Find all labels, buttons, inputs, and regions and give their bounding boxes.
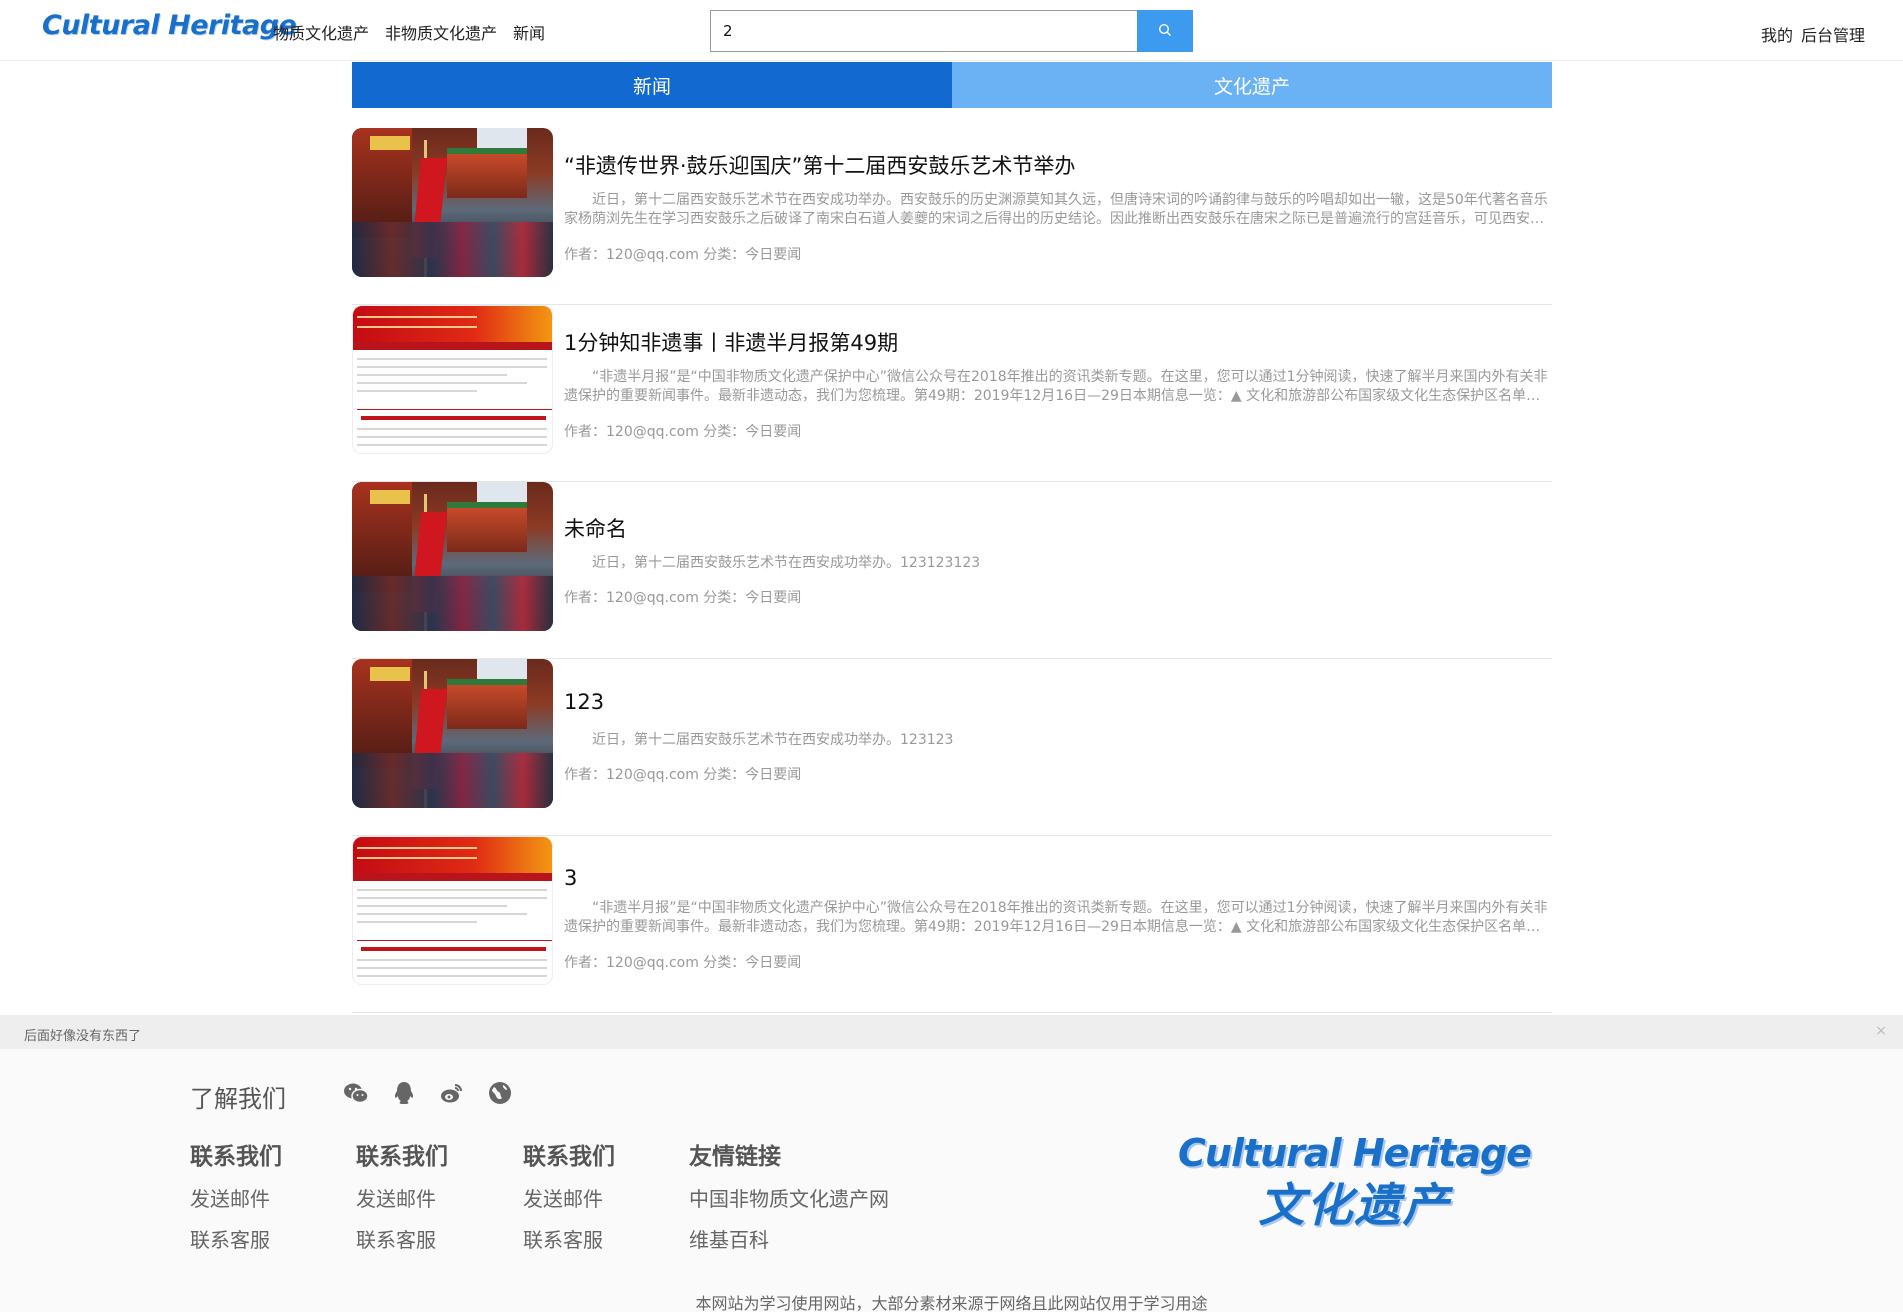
news-summary: 近日，第十二届西安鼓乐艺术节在西安成功举办。123123 [592, 732, 954, 748]
search-button[interactable] [1137, 10, 1193, 52]
news-title[interactable]: 3 [564, 866, 577, 890]
wikipedia-link[interactable]: 维基百科 [689, 1224, 889, 1253]
weibo-icon[interactable] [438, 1079, 466, 1107]
about-us-heading: 了解我们 [190, 1085, 286, 1113]
footer-column-contact-2: 联系我们 发送邮件 联系客服 [356, 1137, 448, 1265]
ihchina-link[interactable]: 中国非物质文化遗产网 [689, 1183, 889, 1212]
end-of-list-notice: 后面好像没有东西了 × [0, 1015, 1903, 1049]
news-item[interactable]: 1分钟知非遗事丨非遗半月报第49期 “非遗半月报”是“中国非物质文化遗产保护中心… [352, 305, 1552, 482]
search-icon [1158, 22, 1172, 41]
send-email-link[interactable]: 发送邮件 [356, 1183, 448, 1212]
admin-link[interactable]: 后台管理 [1801, 22, 1865, 46]
footer-column-heading: 联系我们 [356, 1144, 448, 1170]
contact-support-link[interactable]: 联系客服 [523, 1224, 615, 1253]
tab-news[interactable]: 新闻 [352, 62, 952, 108]
footer-column-contact-1: 联系我们 发送邮件 联系客服 [190, 1137, 282, 1265]
news-item[interactable]: 123 近日，第十二届西安鼓乐艺术节在西安成功举办。123123 作者：120@… [352, 659, 1552, 836]
news-summary: “非遗半月报”是“中国非物质文化遗产保护中心”微信公众号在2018年推出的资讯类… [564, 369, 1548, 404]
user-links: 我的 后台管理 [1761, 22, 1865, 46]
nav-item-material-heritage[interactable]: 物质文化遗产 [273, 20, 369, 44]
footer-logo-chinese: 文化遗产 [1258, 1178, 1451, 1232]
site-logo[interactable]: Cultural Heritage [42, 10, 297, 41]
news-thumbnail[interactable] [352, 659, 553, 808]
search-bar [710, 10, 1193, 52]
footer-column-contact-3: 联系我们 发送邮件 联系客服 [523, 1137, 615, 1265]
news-item[interactable]: 未命名 近日，第十二届西安鼓乐艺术节在西安成功举办。123123123 作者：1… [352, 482, 1552, 659]
footer-column-heading: 友情链接 [689, 1144, 781, 1170]
qq-icon[interactable] [390, 1079, 418, 1107]
send-email-link[interactable]: 发送邮件 [523, 1183, 615, 1212]
news-title[interactable]: 未命名 [564, 513, 627, 543]
news-list: “非遗传世界·鼓乐迎国庆”第十二届西安鼓乐艺术节举办 近日，第十二届西安鼓乐艺术… [352, 128, 1552, 1013]
news-title[interactable]: “非遗传世界·鼓乐迎国庆”第十二届西安鼓乐艺术节举办 [564, 150, 1075, 180]
news-meta: 作者：120@qq.com 分类：今日要闻 [564, 247, 802, 263]
send-email-link[interactable]: 发送邮件 [190, 1183, 282, 1212]
news-thumbnail[interactable] [352, 836, 553, 985]
my-account-link[interactable]: 我的 [1761, 22, 1793, 46]
social-links [342, 1079, 514, 1107]
nav-item-news[interactable]: 新闻 [513, 20, 545, 44]
news-meta: 作者：120@qq.com 分类：今日要闻 [564, 955, 802, 971]
footer-column-heading: 联系我们 [190, 1144, 282, 1170]
tab-cultural-heritage[interactable]: 文化遗产 [952, 62, 1552, 108]
news-meta: 作者：120@qq.com 分类：今日要闻 [564, 590, 802, 606]
news-item[interactable]: 3 “非遗半月报”是“中国非物质文化遗产保护中心”微信公众号在2018年推出的资… [352, 836, 1552, 1013]
news-thumbnail[interactable] [352, 128, 553, 277]
news-summary: 近日，第十二届西安鼓乐艺术节在西安成功举办。西安鼓乐的历史渊源莫知其久远，但唐诗… [564, 192, 1548, 227]
news-summary: “非遗半月报”是“中国非物质文化遗产保护中心”微信公众号在2018年推出的资讯类… [564, 900, 1548, 935]
news-title[interactable]: 123 [564, 690, 604, 714]
news-item[interactable]: “非遗传世界·鼓乐迎国庆”第十二届西安鼓乐艺术节举办 近日，第十二届西安鼓乐艺术… [352, 128, 1552, 305]
top-header: Cultural Heritage 物质文化遗产 非物质文化遗产 新闻 我的 后… [0, 0, 1903, 61]
copyright-notice: 本网站为学习使用网站，大部分素材来源于网络且此网站仅用于学习用途 [695, 1294, 1208, 1313]
footer-column-friend-links: 友情链接 中国非物质文化遗产网 维基百科 [689, 1137, 889, 1265]
close-icon[interactable]: × [1875, 1023, 1887, 1039]
contact-support-link[interactable]: 联系客服 [356, 1224, 448, 1253]
footer-logo: Cultural Heritage 文化遗产 [1178, 1131, 1532, 1235]
news-thumbnail[interactable] [352, 482, 553, 631]
search-input[interactable] [710, 10, 1137, 52]
notice-text: 后面好像没有东西了 [24, 1029, 142, 1044]
news-summary: 近日，第十二届西安鼓乐艺术节在西安成功举办。123123123 [592, 555, 981, 571]
globe-icon[interactable] [486, 1079, 514, 1107]
main-nav: 物质文化遗产 非物质文化遗产 新闻 [273, 20, 545, 44]
footer-column-heading: 联系我们 [523, 1144, 615, 1170]
nav-item-intangible-heritage[interactable]: 非物质文化遗产 [385, 20, 497, 44]
news-thumbnail[interactable] [352, 305, 553, 454]
site-footer: 了解我们 联系我们 发送邮件 联系客服 联系我们 发送邮件 联系客服 联系我们 … [0, 1049, 1903, 1313]
news-meta: 作者：120@qq.com 分类：今日要闻 [564, 767, 802, 783]
contact-support-link[interactable]: 联系客服 [190, 1224, 282, 1253]
news-meta: 作者：120@qq.com 分类：今日要闻 [564, 424, 802, 440]
wechat-icon[interactable] [342, 1079, 370, 1107]
news-title[interactable]: 1分钟知非遗事丨非遗半月报第49期 [564, 327, 898, 357]
content-tabs: 新闻 文化遗产 [352, 62, 1552, 108]
